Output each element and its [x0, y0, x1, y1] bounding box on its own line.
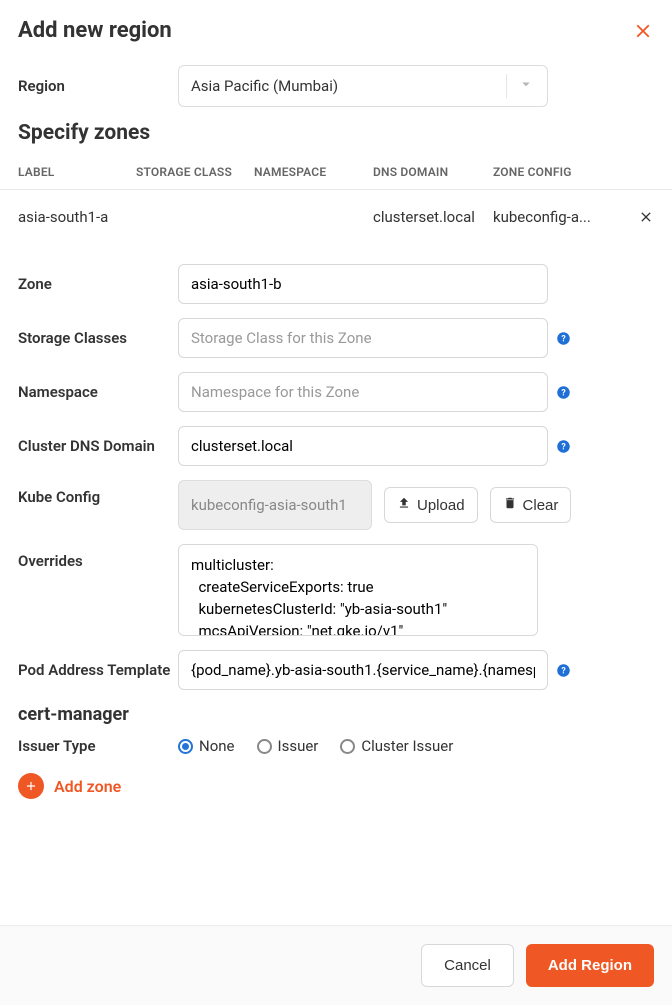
region-value: Asia Pacific (Mumbai) [191, 77, 338, 95]
td-dns: clusterset.local [373, 208, 493, 226]
zones-table-header: LABEL STORAGE CLASS NAMESPACE DNS DOMAIN… [0, 155, 672, 190]
table-row: asia-south1-a clusterset.local kubeconfi… [18, 190, 654, 244]
delete-row-icon[interactable] [638, 209, 654, 225]
upload-label: Upload [417, 497, 465, 514]
upload-icon [397, 496, 411, 514]
pod-input[interactable] [178, 650, 548, 690]
svg-text:?: ? [561, 666, 566, 676]
svg-text:?: ? [561, 334, 566, 344]
issuer-type-label: Issuer Type [18, 737, 178, 755]
td-label: asia-south1-a [18, 208, 136, 226]
th-storage: STORAGE CLASS [136, 165, 254, 179]
radio-cluster-issuer[interactable]: Cluster Issuer [340, 737, 453, 755]
th-label: LABEL [18, 165, 136, 179]
help-icon[interactable]: ? [556, 385, 571, 400]
help-icon[interactable]: ? [556, 439, 571, 454]
storage-input[interactable] [178, 318, 548, 358]
pod-label: Pod Address Template [18, 661, 178, 681]
radio-cluster-label: Cluster Issuer [361, 737, 453, 755]
radio-icon [340, 739, 355, 754]
trash-icon [503, 496, 517, 514]
radio-icon [178, 739, 193, 754]
storage-label: Storage Classes [18, 329, 178, 347]
th-namespace: NAMESPACE [254, 165, 373, 179]
cert-manager-heading: cert-manager [18, 704, 654, 725]
close-icon[interactable] [632, 20, 654, 42]
zone-label: Zone [18, 275, 178, 293]
overrides-label: Overrides [18, 544, 178, 570]
plus-icon [18, 773, 44, 799]
modal-title: Add new region [18, 18, 172, 43]
th-config: ZONE CONFIG [493, 165, 613, 179]
radio-none[interactable]: None [178, 737, 235, 755]
specify-zones-heading: Specify zones [18, 121, 654, 145]
svg-text:?: ? [561, 442, 566, 452]
kube-filename: kubeconfig-asia-south1 [178, 480, 372, 530]
select-separator [506, 74, 507, 98]
help-icon[interactable]: ? [556, 663, 571, 678]
svg-text:?: ? [561, 388, 566, 398]
radio-issuer[interactable]: Issuer [257, 737, 319, 755]
issuer-radio-group: None Issuer Cluster Issuer [178, 737, 453, 755]
region-label: Region [18, 77, 178, 95]
namespace-label: Namespace [18, 383, 178, 401]
radio-none-label: None [199, 737, 235, 755]
add-zone-label: Add zone [54, 777, 121, 796]
zone-input[interactable] [178, 264, 548, 304]
clear-button[interactable]: Clear [490, 487, 572, 523]
dns-input[interactable] [178, 426, 548, 466]
dns-label: Cluster DNS Domain [18, 437, 178, 455]
kube-label: Kube Config [18, 480, 178, 506]
radio-issuer-label: Issuer [278, 737, 319, 755]
add-zone-button[interactable]: Add zone [18, 773, 654, 799]
clear-label: Clear [523, 497, 559, 514]
radio-icon [257, 739, 272, 754]
help-icon[interactable]: ? [556, 331, 571, 346]
cancel-button[interactable]: Cancel [421, 944, 514, 987]
add-region-button[interactable]: Add Region [526, 944, 654, 987]
th-dns: DNS DOMAIN [373, 165, 493, 179]
upload-button[interactable]: Upload [384, 487, 478, 523]
td-config: kubeconfig-a... [493, 208, 598, 226]
namespace-input[interactable] [178, 372, 548, 412]
chevron-down-icon [517, 75, 535, 97]
overrides-textarea[interactable]: multicluster: createServiceExports: true… [178, 544, 538, 636]
region-select[interactable]: Asia Pacific (Mumbai) [178, 65, 548, 107]
